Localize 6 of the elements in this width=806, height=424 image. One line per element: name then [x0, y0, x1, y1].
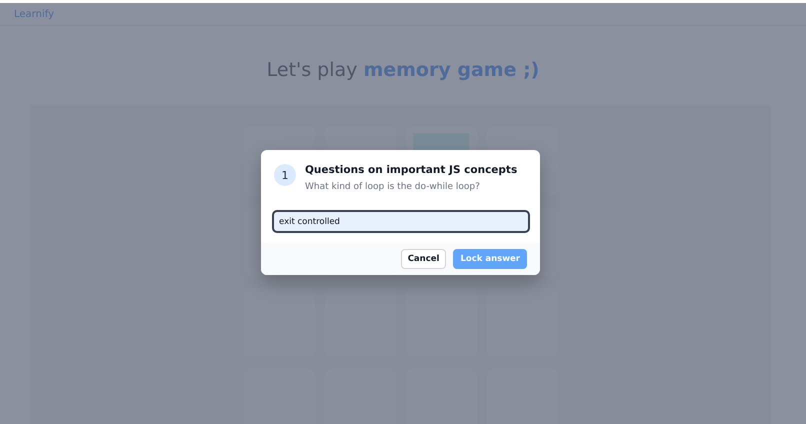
- dialog-title: Questions on important JS concepts: [305, 164, 518, 176]
- cancel-button[interactable]: Cancel: [400, 249, 446, 269]
- question-text: What kind of loop is the do-while loop?: [305, 182, 481, 192]
- step-badge: 1: [274, 164, 296, 186]
- answer-field[interactable]: exit controlled: [272, 210, 530, 233]
- page-heading: Let's play memory game ;): [266, 59, 540, 83]
